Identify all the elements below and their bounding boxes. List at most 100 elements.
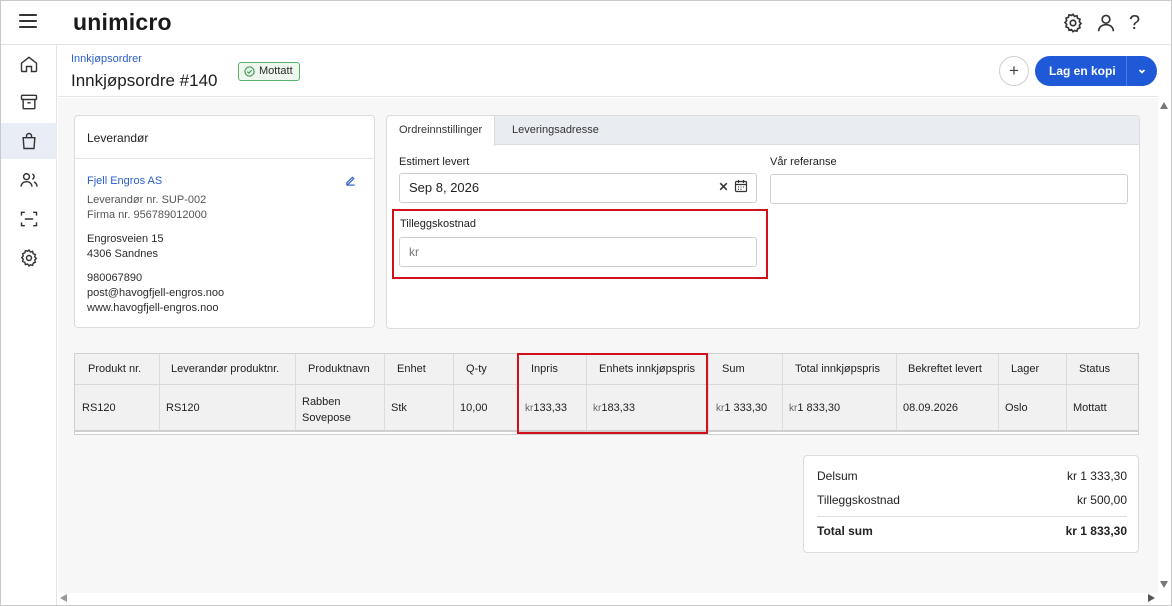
column-header[interactable]: Produktnavn [296,354,385,384]
app-logo: unimicro [73,9,172,35]
app-window: unimicro ? Innkjøpsordrer Innkjøpsordre … [0,0,1172,606]
divider [817,516,1127,517]
cell-total[interactable]: kr1 833,30 [783,385,897,430]
top-bar: unimicro ? [1,1,1171,45]
home-icon [20,56,38,73]
cell-confirmed[interactable]: 08.09.2026 [897,385,999,430]
clear-icon[interactable] [718,181,729,195]
subtotal-row: Delsum kr 1 333,30 [817,469,1127,483]
calendar-icon[interactable] [734,179,748,196]
scroll-up-icon[interactable] [1160,102,1168,109]
scroll-down-icon[interactable] [1160,581,1168,588]
sidebar-item-home[interactable] [1,46,57,82]
estimated-delivery-value: Sep 8, 2026 [409,180,480,195]
extra-cost-placeholder: kr [409,245,419,259]
chevron-down-icon[interactable] [1127,56,1157,86]
our-reference-field[interactable] [770,174,1128,204]
street-address: Engrosveien 15 [87,233,164,245]
estimated-delivery-field[interactable]: Sep 8, 2026 [399,173,757,203]
column-header[interactable]: Q-ty [454,354,519,384]
estimated-delivery-label: Estimert levert [399,156,470,168]
menu-icon[interactable] [19,14,37,30]
product-name-line: Sovepose [302,412,351,424]
subtotal-value: kr 1 333,30 [1066,469,1127,483]
extra-cost-summary-value: kr 500,00 [1076,493,1127,507]
archive-icon [20,94,38,110]
total-label: Total sum [817,524,873,538]
scroll-right-icon[interactable] [1148,594,1155,602]
cell-unit[interactable]: Stk [385,385,454,430]
sidebar-item-purchases[interactable] [1,123,57,159]
subtotal-label: Delsum [817,469,858,483]
column-header[interactable]: Produkt nr. [75,354,160,384]
column-header[interactable]: Total innkjøpspris [783,354,897,384]
user-icon[interactable] [1095,12,1117,34]
column-header[interactable]: Bekreftet levert [897,354,999,384]
extra-cost-summary-label: Tilleggskostnad [817,493,900,507]
check-circle-icon [244,66,255,77]
product-table: Produkt nr. Leverandør produktnr. Produk… [74,353,1139,435]
sidebar-item-people[interactable] [1,162,57,198]
supplier-heading: Leverandør [75,116,374,159]
supplier-number: Leverandør nr. SUP-002 [87,194,207,206]
cell-product-name[interactable]: Rabben Sovepose [296,385,385,430]
sidebar-item-scan[interactable] [1,201,57,237]
copy-button-label: Lag en kopi [1049,64,1116,78]
tab-bar: Ordreinnstillinger Leveringsadresse [387,116,1139,146]
cell-qty[interactable]: 10,00 [454,385,519,430]
total-value: 1 833,30 [797,402,841,414]
column-header[interactable]: Lager [999,354,1067,384]
extra-cost-label: Tilleggskostnad [400,218,477,230]
sidebar [1,45,57,605]
settings-icon [20,249,38,267]
city-address: 4306 Sandnes [87,248,158,260]
copy-button[interactable]: Lag en kopi [1035,56,1157,86]
shopping-bag-icon [22,132,36,150]
breadcrumb[interactable]: Innkjøpsordrer [71,53,142,65]
page-header: Innkjøpsordrer Innkjøpsordre #140 Mottat… [58,46,1158,97]
scroll-left-icon[interactable] [60,594,67,602]
total-row: Total sum kr 1 833,30 [817,524,1127,538]
cell-sum[interactable]: kr1 333,30 [709,385,783,430]
content-area: Leverandør Fjell Engros AS Leverandør nr… [58,98,1158,593]
column-header[interactable]: Sum [709,354,783,384]
edit-icon[interactable] [345,175,356,189]
cell-product-no[interactable]: RS120 [75,385,160,430]
page-title: Innkjøpsordre #140 [71,71,218,90]
summary-card: Delsum kr 1 333,30 Tilleggskostnad kr 50… [803,455,1139,553]
status-label: Mottatt [259,65,293,77]
tab-order-settings[interactable]: Ordreinnstillinger [387,116,496,146]
email: post@havogfjell-engros.noo [87,287,225,299]
column-header[interactable]: Enhet [385,354,454,384]
supplier-card: Leverandør Fjell Engros AS Leverandør nr… [74,115,375,328]
cell-warehouse[interactable]: Oslo [999,385,1067,430]
cell-status[interactable]: Mottatt [1067,385,1138,430]
website: www.havogfjell-engros.noo [87,302,219,314]
total-value: kr 1 833,30 [1065,524,1127,538]
people-icon [20,173,38,187]
settings-icon[interactable] [1062,12,1084,34]
scan-icon [20,211,38,227]
our-reference-label: Vår referanse [770,156,837,168]
sidebar-item-settings[interactable] [1,240,57,276]
tab-delivery-address[interactable]: Leveringsadresse [500,116,611,145]
order-settings-card: Ordreinnstillinger Leveringsadresse Esti… [386,115,1140,329]
product-name-line: Rabben [302,396,341,408]
sum-value: 1 333,30 [724,402,768,414]
status-badge: Mottatt [238,62,300,81]
supplier-name-link[interactable]: Fjell Engros AS [87,175,162,187]
sidebar-item-archive[interactable] [1,84,57,120]
column-header[interactable]: Leverandør produktnr. [160,354,296,384]
add-button[interactable]: + [999,56,1029,86]
column-header[interactable]: Status [1067,354,1138,384]
extra-cost-field[interactable]: kr [399,237,757,267]
phone: 980067890 [87,272,143,284]
help-icon[interactable]: ? [1129,12,1151,34]
main-area: Innkjøpsordrer Innkjøpsordre #140 Mottat… [58,46,1171,605]
org-number: Firma nr. 956789012000 [87,209,207,221]
horizontal-scrollbar[interactable] [58,591,1158,605]
vertical-scrollbar[interactable] [1158,97,1171,591]
cell-supplier-product-no[interactable]: RS120 [160,385,296,430]
extra-cost-row: Tilleggskostnad kr 500,00 [817,493,1127,507]
highlight-box [517,353,708,434]
